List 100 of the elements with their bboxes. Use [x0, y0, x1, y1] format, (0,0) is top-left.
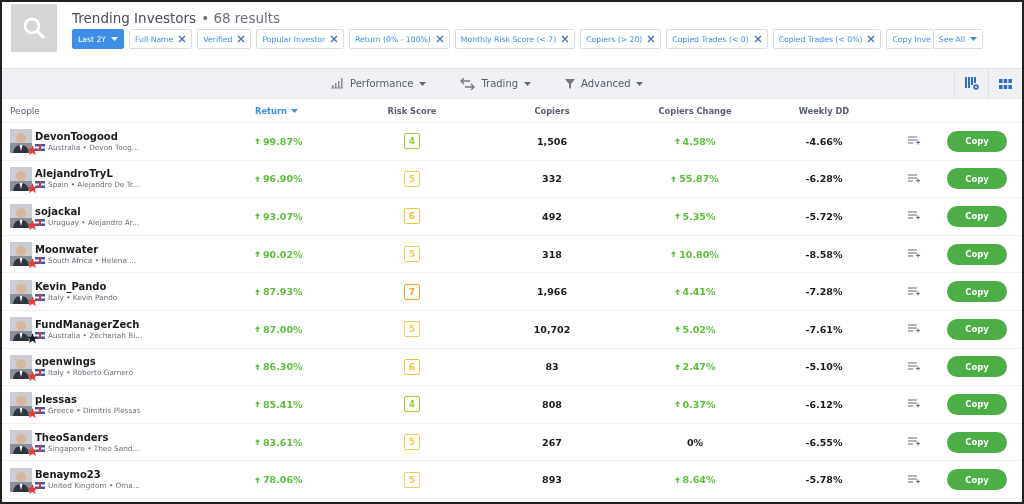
- username[interactable]: plessas: [35, 393, 141, 405]
- risk-score: 7: [404, 283, 420, 300]
- return-value: 99.87%: [255, 135, 365, 147]
- add-to-list-icon[interactable]: [908, 136, 920, 147]
- copiers-change: 4.58%: [645, 135, 745, 147]
- weekly-drawdown: -7.28%: [804, 286, 844, 298]
- column-header[interactable]: Copiers: [459, 105, 645, 116]
- caret-icon: [970, 37, 978, 41]
- column-header[interactable]: Return: [255, 105, 365, 116]
- up-arrow-icon: [674, 288, 680, 295]
- swap-arrows-icon: [460, 77, 476, 90]
- risk-score: 6: [404, 358, 420, 375]
- close-icon: [561, 35, 570, 43]
- copiers-count: 318: [541, 248, 563, 260]
- copiers-count: 10,702: [532, 323, 572, 335]
- copiers-change: 5.35%: [645, 211, 745, 222]
- weekly-drawdown: -6.55%: [804, 436, 844, 448]
- username[interactable]: Kevin_Pando: [35, 281, 118, 293]
- caret-icon: [419, 81, 427, 86]
- add-to-list-icon[interactable]: [908, 474, 920, 485]
- column-header[interactable]: Weekly DD: [745, 105, 903, 116]
- up-arrow-icon: [255, 439, 260, 446]
- risk-score: 4: [404, 396, 420, 413]
- copy-button[interactable]: Copy: [947, 168, 1007, 190]
- copiers-count: 1,966: [535, 286, 569, 298]
- up-arrow-icon: [671, 175, 677, 182]
- close-icon: [867, 35, 876, 43]
- copy-button[interactable]: Copy: [947, 469, 1007, 491]
- return-value: 78.06%: [255, 474, 365, 486]
- risk-score: 5: [404, 434, 420, 451]
- return-value: 90.02%: [255, 248, 365, 260]
- caret-icon: [111, 37, 119, 41]
- flag-icon: [35, 331, 45, 339]
- return-value: 96.90%: [255, 173, 365, 185]
- risk-score: 5: [404, 471, 420, 488]
- add-to-list-icon[interactable]: [908, 437, 920, 448]
- copy-button[interactable]: Copy: [947, 356, 1007, 378]
- close-icon: [237, 35, 246, 43]
- column-header[interactable]: Copiers Change: [645, 105, 745, 116]
- copiers-count: 1,506: [535, 135, 569, 147]
- username[interactable]: Benaymo23: [35, 469, 140, 481]
- copiers-change: 2.47%: [645, 361, 745, 373]
- close-icon: [647, 35, 656, 43]
- column-header[interactable]: People: [10, 105, 255, 116]
- risk-score: 5: [404, 321, 420, 338]
- weekly-drawdown: -4.66%: [804, 135, 844, 147]
- toolbar-dropdown[interactable]: Advanced: [565, 78, 644, 89]
- copy-button[interactable]: Copy: [947, 393, 1007, 415]
- up-arrow-icon: [255, 401, 260, 408]
- close-icon: [178, 35, 187, 43]
- flag-icon: [35, 256, 45, 264]
- weekly-drawdown: -7.61%: [804, 323, 844, 335]
- username[interactable]: sojackal: [35, 206, 140, 217]
- up-arrow-icon: [674, 326, 680, 333]
- up-arrow-icon: [255, 213, 260, 220]
- copiers-count: 808: [541, 398, 563, 410]
- copiers-change: 10.80%: [645, 248, 745, 260]
- username[interactable]: FundManagerZech: [35, 318, 143, 330]
- copy-button[interactable]: Copy: [947, 318, 1007, 340]
- close-icon: [330, 35, 339, 43]
- username[interactable]: Moonwater: [35, 243, 137, 255]
- up-arrow-icon: [255, 175, 260, 182]
- toolbar-dropdown[interactable]: Performance: [330, 78, 427, 89]
- add-to-list-icon[interactable]: [908, 324, 920, 335]
- close-icon: [435, 35, 444, 43]
- add-to-list-icon[interactable]: [908, 286, 920, 297]
- search-icon: [22, 16, 46, 40]
- add-to-list-icon[interactable]: [908, 249, 920, 260]
- copy-button[interactable]: Copy: [947, 281, 1007, 303]
- weekly-drawdown: -6.12%: [804, 398, 844, 410]
- column-settings-icon[interactable]: [964, 77, 979, 90]
- add-to-list-icon[interactable]: [908, 173, 920, 184]
- risk-score: 6: [404, 208, 420, 225]
- username[interactable]: AlejandroTryL: [35, 168, 140, 180]
- return-value: 87.93%: [255, 286, 365, 298]
- copiers-count: 492: [541, 211, 563, 222]
- column-header[interactable]: Risk Score: [365, 105, 459, 116]
- username[interactable]: TheoSanders: [35, 431, 140, 443]
- add-to-list-icon[interactable]: [908, 361, 920, 372]
- up-arrow-icon: [674, 401, 680, 408]
- copy-button[interactable]: Copy: [947, 130, 1007, 152]
- risk-score: 4: [404, 133, 420, 150]
- copy-button[interactable]: Copy: [947, 243, 1007, 265]
- up-arrow-icon: [255, 476, 260, 483]
- grid-view-icon[interactable]: [999, 78, 1012, 89]
- page-title: Trending Investors: [72, 10, 197, 26]
- copiers-change: 4.41%: [645, 286, 745, 298]
- copiers-count: 267: [541, 436, 563, 448]
- risk-score: 5: [404, 246, 420, 263]
- copiers-change: 5.02%: [645, 323, 745, 335]
- copy-button[interactable]: Copy: [947, 431, 1007, 453]
- add-to-list-icon[interactable]: [908, 399, 920, 410]
- add-to-list-icon[interactable]: [908, 211, 920, 222]
- username[interactable]: DevonToogood: [35, 130, 139, 142]
- toolbar-dropdown[interactable]: Trading: [460, 77, 532, 90]
- copy-button[interactable]: Copy: [947, 206, 1007, 227]
- up-arrow-icon: [674, 476, 680, 483]
- username[interactable]: openwings: [35, 356, 134, 368]
- copiers-change: 55.87%: [645, 173, 745, 185]
- up-arrow-icon: [255, 251, 260, 258]
